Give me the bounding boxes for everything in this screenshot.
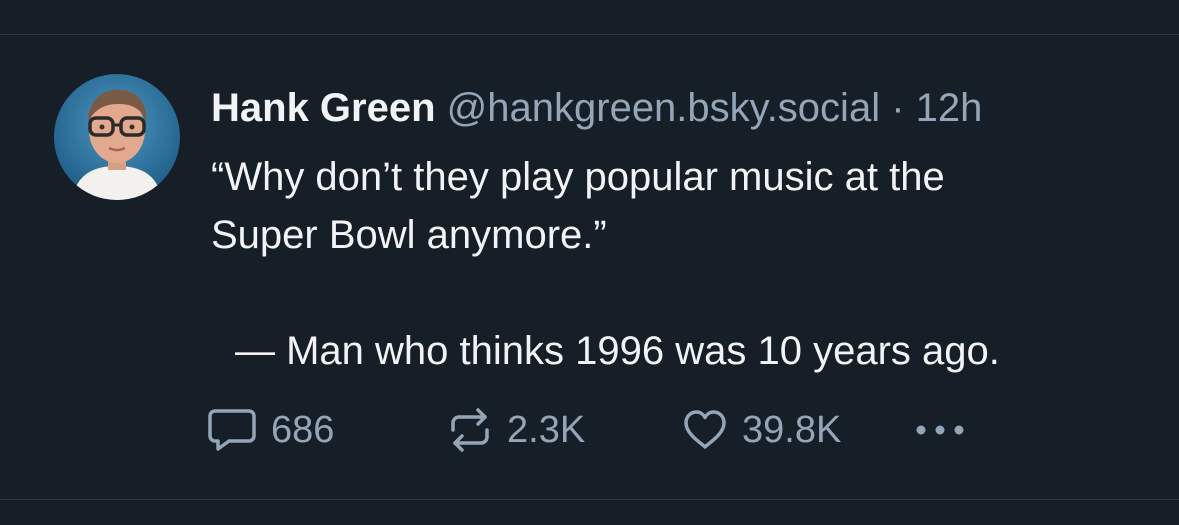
heart-icon — [684, 410, 726, 449]
more-dots-icon — [916, 425, 964, 435]
post-text-line: Super Bowl anymore.” — [211, 213, 607, 257]
author-avatar[interactable] — [54, 74, 180, 200]
like-count: 39.8K — [742, 408, 842, 451]
repost-arrows-icon — [451, 408, 489, 452]
bottom-divider — [0, 499, 1179, 500]
reply-bubble-icon — [208, 409, 256, 451]
header-separator: · — [891, 86, 905, 130]
post-text: “Why don’t they play popular music at th… — [211, 148, 1151, 380]
avatar-photo-icon — [54, 74, 180, 200]
post-timestamp[interactable]: 12h — [916, 86, 983, 130]
post-attribution: — Man who thinks 1996 was 10 years ago. — [235, 329, 1000, 373]
post-text-line: “Why don’t they play popular music at th… — [211, 155, 945, 199]
author-handle[interactable]: @hankgreen.bsky.social — [447, 86, 880, 130]
repost-count: 2.3K — [507, 408, 586, 451]
post-card[interactable]: Hank Green @hankgreen.bsky.social · 12h … — [0, 35, 1179, 499]
repost-button[interactable]: 2.3K — [447, 405, 585, 455]
reply-count: 686 — [271, 408, 335, 451]
author-display-name[interactable]: Hank Green — [211, 86, 436, 130]
like-button[interactable]: 39.8K — [682, 405, 841, 455]
reply-button[interactable]: 686 — [207, 405, 334, 455]
more-options-button[interactable] — [912, 405, 968, 455]
post-header: Hank Green @hankgreen.bsky.social · 12h — [211, 85, 982, 131]
post-actions: 686 2.3K 39.8K — [207, 405, 987, 455]
